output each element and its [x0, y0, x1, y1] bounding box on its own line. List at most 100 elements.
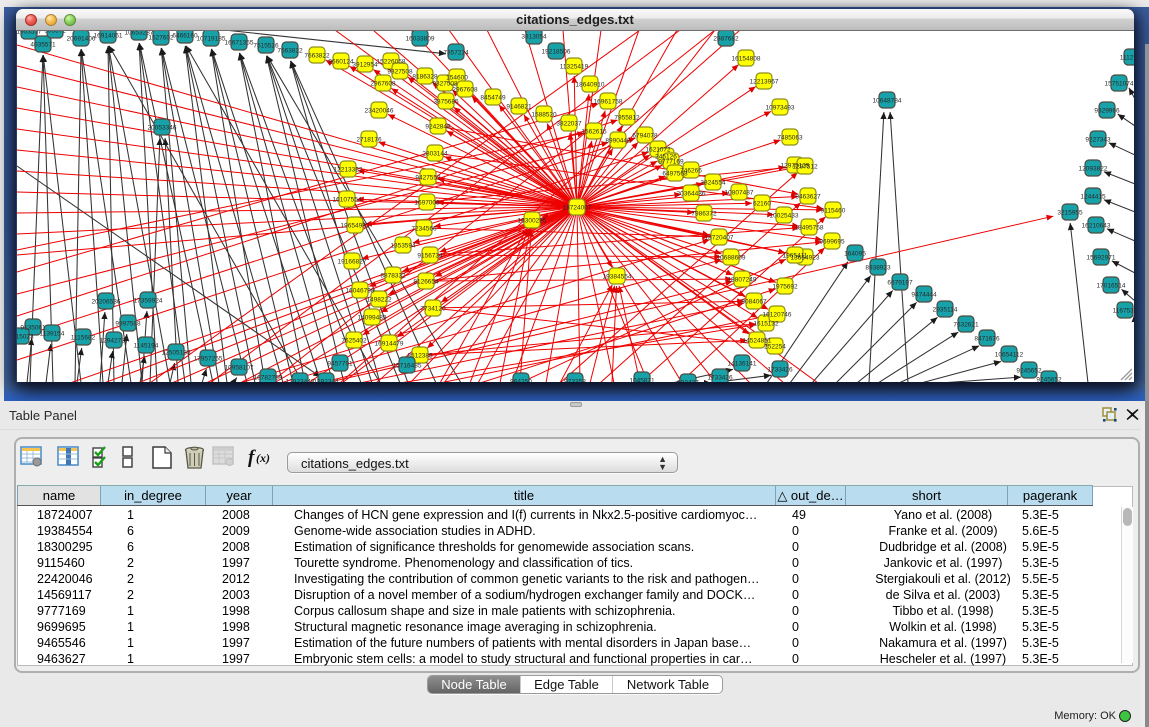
svg-text:8454749: 8454749	[480, 95, 506, 102]
svg-text:16120746: 16120746	[763, 312, 792, 319]
svg-text:16033809: 16033809	[406, 36, 435, 43]
svg-text:9699695: 9699695	[819, 239, 845, 246]
svg-text:3215955: 3215955	[1057, 210, 1083, 217]
svg-text:164095: 164095	[844, 251, 866, 258]
svg-text:18300295: 18300295	[518, 218, 547, 225]
svg-text:1244415: 1244415	[1080, 194, 1106, 201]
svg-text:2718176: 2718176	[356, 137, 382, 144]
svg-text:1903557: 1903557	[17, 31, 42, 36]
svg-text:12093822: 12093822	[1079, 166, 1108, 173]
svg-text:3822037: 3822037	[556, 121, 582, 128]
svg-text:1733426: 1733426	[707, 375, 733, 382]
svg-text:11325419: 11325419	[560, 64, 589, 71]
svg-text:2935114: 2935114	[933, 307, 958, 314]
svg-text:9474444: 9474444	[911, 292, 937, 299]
svg-text:15716485: 15716485	[393, 363, 422, 370]
svg-text:6794078: 6794078	[632, 133, 658, 140]
svg-text:8878332: 8878332	[380, 273, 406, 280]
svg-text:6679197: 6679197	[887, 280, 913, 287]
svg-text:9427552: 9427552	[415, 175, 441, 182]
svg-text:1115682: 1115682	[71, 335, 96, 342]
svg-text:9997588: 9997588	[115, 321, 141, 328]
svg-text:18807249: 18807249	[728, 277, 757, 284]
svg-text:18495758: 18495758	[795, 225, 824, 232]
svg-text:9457791: 9457791	[327, 361, 353, 368]
svg-text:20691406: 20691406	[67, 36, 96, 43]
svg-text:1975692: 1975692	[772, 284, 798, 291]
svg-text:973358: 973358	[564, 379, 586, 383]
svg-text:2803144: 2803144	[422, 151, 448, 158]
svg-text:1498222: 1498222	[366, 297, 392, 304]
svg-text:1562615: 1562615	[581, 129, 607, 136]
svg-text:9156734: 9156734	[417, 253, 443, 260]
svg-text:17016514: 17016514	[1097, 283, 1126, 290]
svg-text:1145194: 1145194	[134, 343, 159, 350]
svg-text:1353594: 1353594	[390, 243, 416, 250]
svg-text:10648784: 10648784	[873, 98, 902, 105]
svg-text:12213382: 12213382	[334, 167, 363, 174]
svg-text:7955812: 7955812	[614, 115, 640, 122]
svg-text:10654112: 10654112	[995, 352, 1024, 359]
svg-text:15751074: 15751074	[1105, 81, 1134, 88]
svg-text:9115460: 9115460	[821, 208, 846, 215]
svg-text:8938923: 8938923	[865, 265, 891, 272]
svg-text:18724007: 18724007	[563, 205, 592, 212]
svg-text:9245652: 9245652	[1036, 377, 1062, 383]
svg-text:1965411: 1965411	[783, 253, 808, 260]
svg-text:10958107: 10958107	[225, 365, 254, 372]
svg-text:19166827: 19166827	[338, 259, 367, 266]
svg-text:10688609: 10688609	[717, 255, 746, 262]
svg-text:1112747: 1112747	[1120, 55, 1134, 62]
svg-text:9245652: 9245652	[1016, 368, 1042, 375]
svg-text:1615132: 1615132	[753, 321, 779, 328]
svg-text:1167533: 1167533	[1113, 308, 1134, 315]
svg-text:9242848: 9242848	[425, 124, 451, 131]
svg-text:19384554: 19384554	[603, 274, 632, 281]
svg-text:7986372: 7986372	[691, 211, 717, 218]
svg-text:10025433: 10025433	[770, 213, 799, 220]
svg-text:964250: 964250	[510, 379, 532, 383]
svg-text:8471676: 8471676	[974, 336, 1000, 343]
svg-text:1621072: 1621072	[645, 147, 671, 154]
svg-text:2967608: 2967608	[452, 87, 478, 94]
svg-text:3824554: 3824554	[700, 180, 726, 187]
svg-text:16210643: 16210643	[1082, 223, 1111, 230]
svg-text:12505135: 12505135	[162, 350, 191, 357]
svg-text:23420046: 23420046	[365, 108, 394, 115]
svg-text:12923448: 12923448	[286, 379, 315, 383]
svg-text:20206536: 20206536	[92, 299, 121, 306]
svg-text:6466160: 6466160	[172, 33, 198, 40]
svg-text:17359924: 17359924	[134, 298, 163, 305]
svg-text:746266: 746266	[680, 168, 702, 175]
svg-text:16914061: 16914061	[94, 33, 123, 40]
svg-text:7563822: 7563822	[277, 48, 303, 55]
svg-text:10807487: 10807487	[725, 190, 754, 197]
svg-text:f: f	[248, 447, 256, 468]
svg-text:154600: 154600	[446, 75, 468, 82]
svg-text:3912954: 3912954	[352, 62, 378, 69]
svg-text:10719185: 10719185	[197, 36, 226, 43]
svg-text:992437: 992437	[677, 380, 699, 383]
svg-text:18720407: 18720407	[705, 235, 734, 242]
svg-text:7663822: 7663822	[304, 53, 330, 60]
svg-text:7734120: 7734120	[420, 306, 446, 313]
svg-text:18640910: 18640910	[576, 82, 605, 89]
svg-text:905572: 905572	[44, 31, 66, 35]
svg-text:1527602: 1527602	[148, 35, 174, 42]
svg-text:16782759: 16782759	[254, 375, 283, 382]
svg-text:1733426: 1733426	[767, 367, 793, 374]
svg-text:7485063: 7485063	[777, 135, 803, 142]
svg-text:9227343: 9227343	[1085, 137, 1111, 144]
svg-text:15692971: 15692971	[1087, 255, 1116, 262]
svg-text:12213967: 12213967	[750, 79, 779, 86]
svg-text:12942737: 12942737	[100, 338, 129, 345]
svg-text:1588520: 1588520	[531, 112, 557, 119]
svg-text:16961758: 16961758	[594, 99, 623, 106]
svg-text:4035571: 4035571	[30, 42, 56, 49]
svg-text:9463627: 9463627	[795, 194, 821, 201]
svg-text:9777169: 9777169	[658, 159, 684, 166]
svg-text:7625402: 7625402	[341, 338, 367, 345]
svg-text:20053346: 20053346	[148, 125, 177, 132]
svg-text:9329966: 9329966	[1094, 108, 1120, 115]
svg-text:7515526: 7515526	[253, 43, 279, 50]
